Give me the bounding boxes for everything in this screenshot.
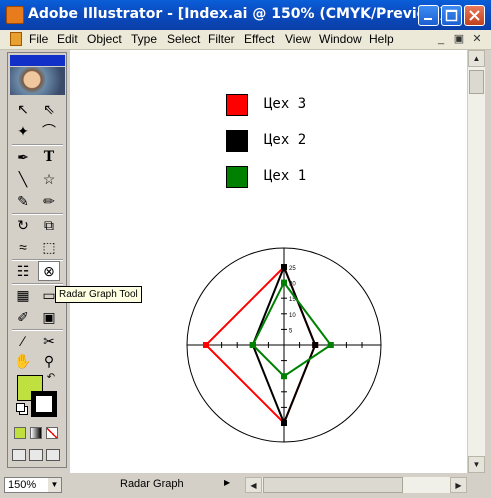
document-icon[interactable] — [10, 32, 22, 46]
radar-data-point — [312, 342, 319, 348]
stroke-color-swatch[interactable] — [31, 391, 57, 417]
radar-tick-label: 5 — [289, 328, 293, 334]
menu-window[interactable]: Window — [319, 32, 362, 46]
menu-type[interactable]: Type — [131, 32, 157, 46]
radar-data-point — [281, 373, 287, 380]
slice-tool-icon[interactable]: ∕ — [12, 331, 34, 351]
radar-data-point — [281, 420, 287, 426]
menu-file[interactable]: File — [29, 32, 48, 46]
magic-wand-tool-icon[interactable]: ✦ — [12, 121, 34, 141]
rotate-tool-icon[interactable]: ↻ — [12, 215, 34, 235]
warp-tool-icon[interactable]: ≈ — [12, 237, 34, 257]
toolbox: ↖ ⇖ ✦ ⌒ ✒ T ╲ ☆ ✎ ✏ ↻ ⧉ ≈ ⬚ ☷ ⊗ ▦ ▭ ✐ ▣ … — [7, 52, 67, 468]
standard-screen-mode-icon[interactable] — [12, 449, 26, 461]
zoom-value: 150% — [8, 479, 37, 491]
menu-view[interactable]: View — [285, 32, 311, 46]
status-menu-icon[interactable]: ▶ — [224, 478, 230, 487]
full-screen-mode-icon[interactable] — [46, 449, 60, 461]
menu-filter[interactable]: Filter — [208, 32, 235, 46]
menu-object[interactable]: Object — [87, 32, 122, 46]
scissors-tool-icon[interactable]: ✂ — [38, 331, 60, 351]
maximize-button[interactable] — [441, 5, 462, 26]
scroll-left-button[interactable]: ◀ — [245, 477, 262, 493]
radar-data-point — [203, 342, 209, 348]
radar-data-point — [327, 342, 334, 348]
radar-data-point — [281, 264, 287, 270]
mesh-tool-icon[interactable]: ▦ — [12, 285, 34, 305]
doc-close-button[interactable]: ✕ — [470, 32, 484, 46]
swap-colors-icon[interactable]: ↶ — [44, 371, 58, 385]
menu-select[interactable]: Select — [167, 32, 200, 46]
document-canvas[interactable]: Цех 3 Цех 2 Цех 1 5 10 15 20 25 — [70, 50, 467, 473]
doc-restore-button[interactable]: ▣ — [452, 32, 466, 46]
window-title: Adobe Illustrator - [Index.ai @ 150% (CM… — [28, 6, 457, 22]
pen-tool-icon[interactable]: ✒ — [12, 147, 34, 167]
menu-edit[interactable]: Edit — [57, 32, 78, 46]
free-transform-tool-icon[interactable]: ⬚ — [38, 237, 60, 257]
scroll-right-button[interactable]: ▶ — [450, 477, 467, 493]
tool-tooltip: Radar Graph Tool — [55, 286, 142, 303]
blend-tool-icon[interactable]: ▣ — [38, 307, 60, 327]
radar-tick-label: 10 — [289, 313, 296, 319]
star-tool-icon[interactable]: ☆ — [38, 169, 60, 189]
default-colors-icon[interactable] — [16, 403, 28, 415]
doc-minimize-button[interactable]: _ — [434, 32, 448, 46]
type-tool-icon[interactable]: T — [38, 147, 60, 167]
none-mode-icon[interactable] — [46, 427, 58, 439]
symbol-sprayer-tool-icon[interactable]: ☷ — [12, 261, 34, 281]
status-field[interactable]: Radar Graph ▶ — [66, 477, 238, 493]
menu-effect[interactable]: Effect — [244, 32, 274, 46]
line-tool-icon[interactable]: ╲ — [12, 169, 34, 189]
color-mode-icon[interactable] — [14, 427, 26, 439]
pencil-tool-icon[interactable]: ✏ — [38, 191, 60, 211]
zoom-field[interactable]: 150% ▼ — [4, 477, 62, 493]
vertical-scroll-thumb[interactable] — [469, 70, 484, 94]
status-tool-name: Radar Graph — [120, 478, 184, 490]
vertical-scrollbar[interactable]: ▲ ▼ — [467, 50, 485, 473]
minimize-button[interactable] — [418, 5, 439, 26]
horizontal-scrollbar[interactable]: ◀ ▶ — [245, 477, 467, 493]
menu-bar: File Edit Object Type Select Filter Effe… — [0, 30, 491, 50]
radar-data-point — [249, 342, 256, 348]
scroll-down-button[interactable]: ▼ — [468, 456, 485, 473]
horizontal-scroll-thumb[interactable] — [263, 477, 403, 493]
zoom-tool-icon[interactable]: ⚲ — [38, 351, 60, 371]
lasso-tool-icon[interactable]: ⌒ — [38, 121, 60, 141]
full-screen-menu-mode-icon[interactable] — [29, 449, 43, 461]
toolbox-divider — [12, 144, 63, 146]
direct-selection-tool-icon[interactable]: ⇖ — [38, 99, 60, 119]
toolbox-header[interactable] — [10, 55, 65, 66]
gradient-mode-icon[interactable] — [30, 427, 42, 439]
illustrator-app-icon[interactable] — [6, 6, 24, 24]
scale-tool-icon[interactable]: ⧉ — [38, 215, 60, 235]
toolbox-logo-image — [10, 67, 65, 95]
title-bar: Adobe Illustrator - [Index.ai @ 150% (CM… — [0, 0, 491, 30]
zoom-dropdown-icon[interactable]: ▼ — [48, 478, 61, 492]
paintbrush-tool-icon[interactable]: ✎ — [12, 191, 34, 211]
radar-data-point — [281, 279, 287, 286]
radar-graph-tool-icon[interactable]: ⊗ — [38, 261, 60, 281]
hand-tool-icon[interactable]: ✋ — [12, 351, 34, 371]
radar-graph[interactable]: 510152025 — [70, 50, 467, 473]
status-bar: 150% ▼ Radar Graph ▶ ◀ ▶ — [0, 474, 491, 498]
menu-help[interactable]: Help — [369, 32, 394, 46]
scroll-up-button[interactable]: ▲ — [468, 50, 485, 67]
selection-tool-icon[interactable]: ↖ — [12, 99, 34, 119]
close-button[interactable] — [464, 5, 485, 26]
radar-tick-label: 25 — [289, 266, 296, 272]
eyedropper-tool-icon[interactable]: ✐ — [12, 307, 34, 327]
